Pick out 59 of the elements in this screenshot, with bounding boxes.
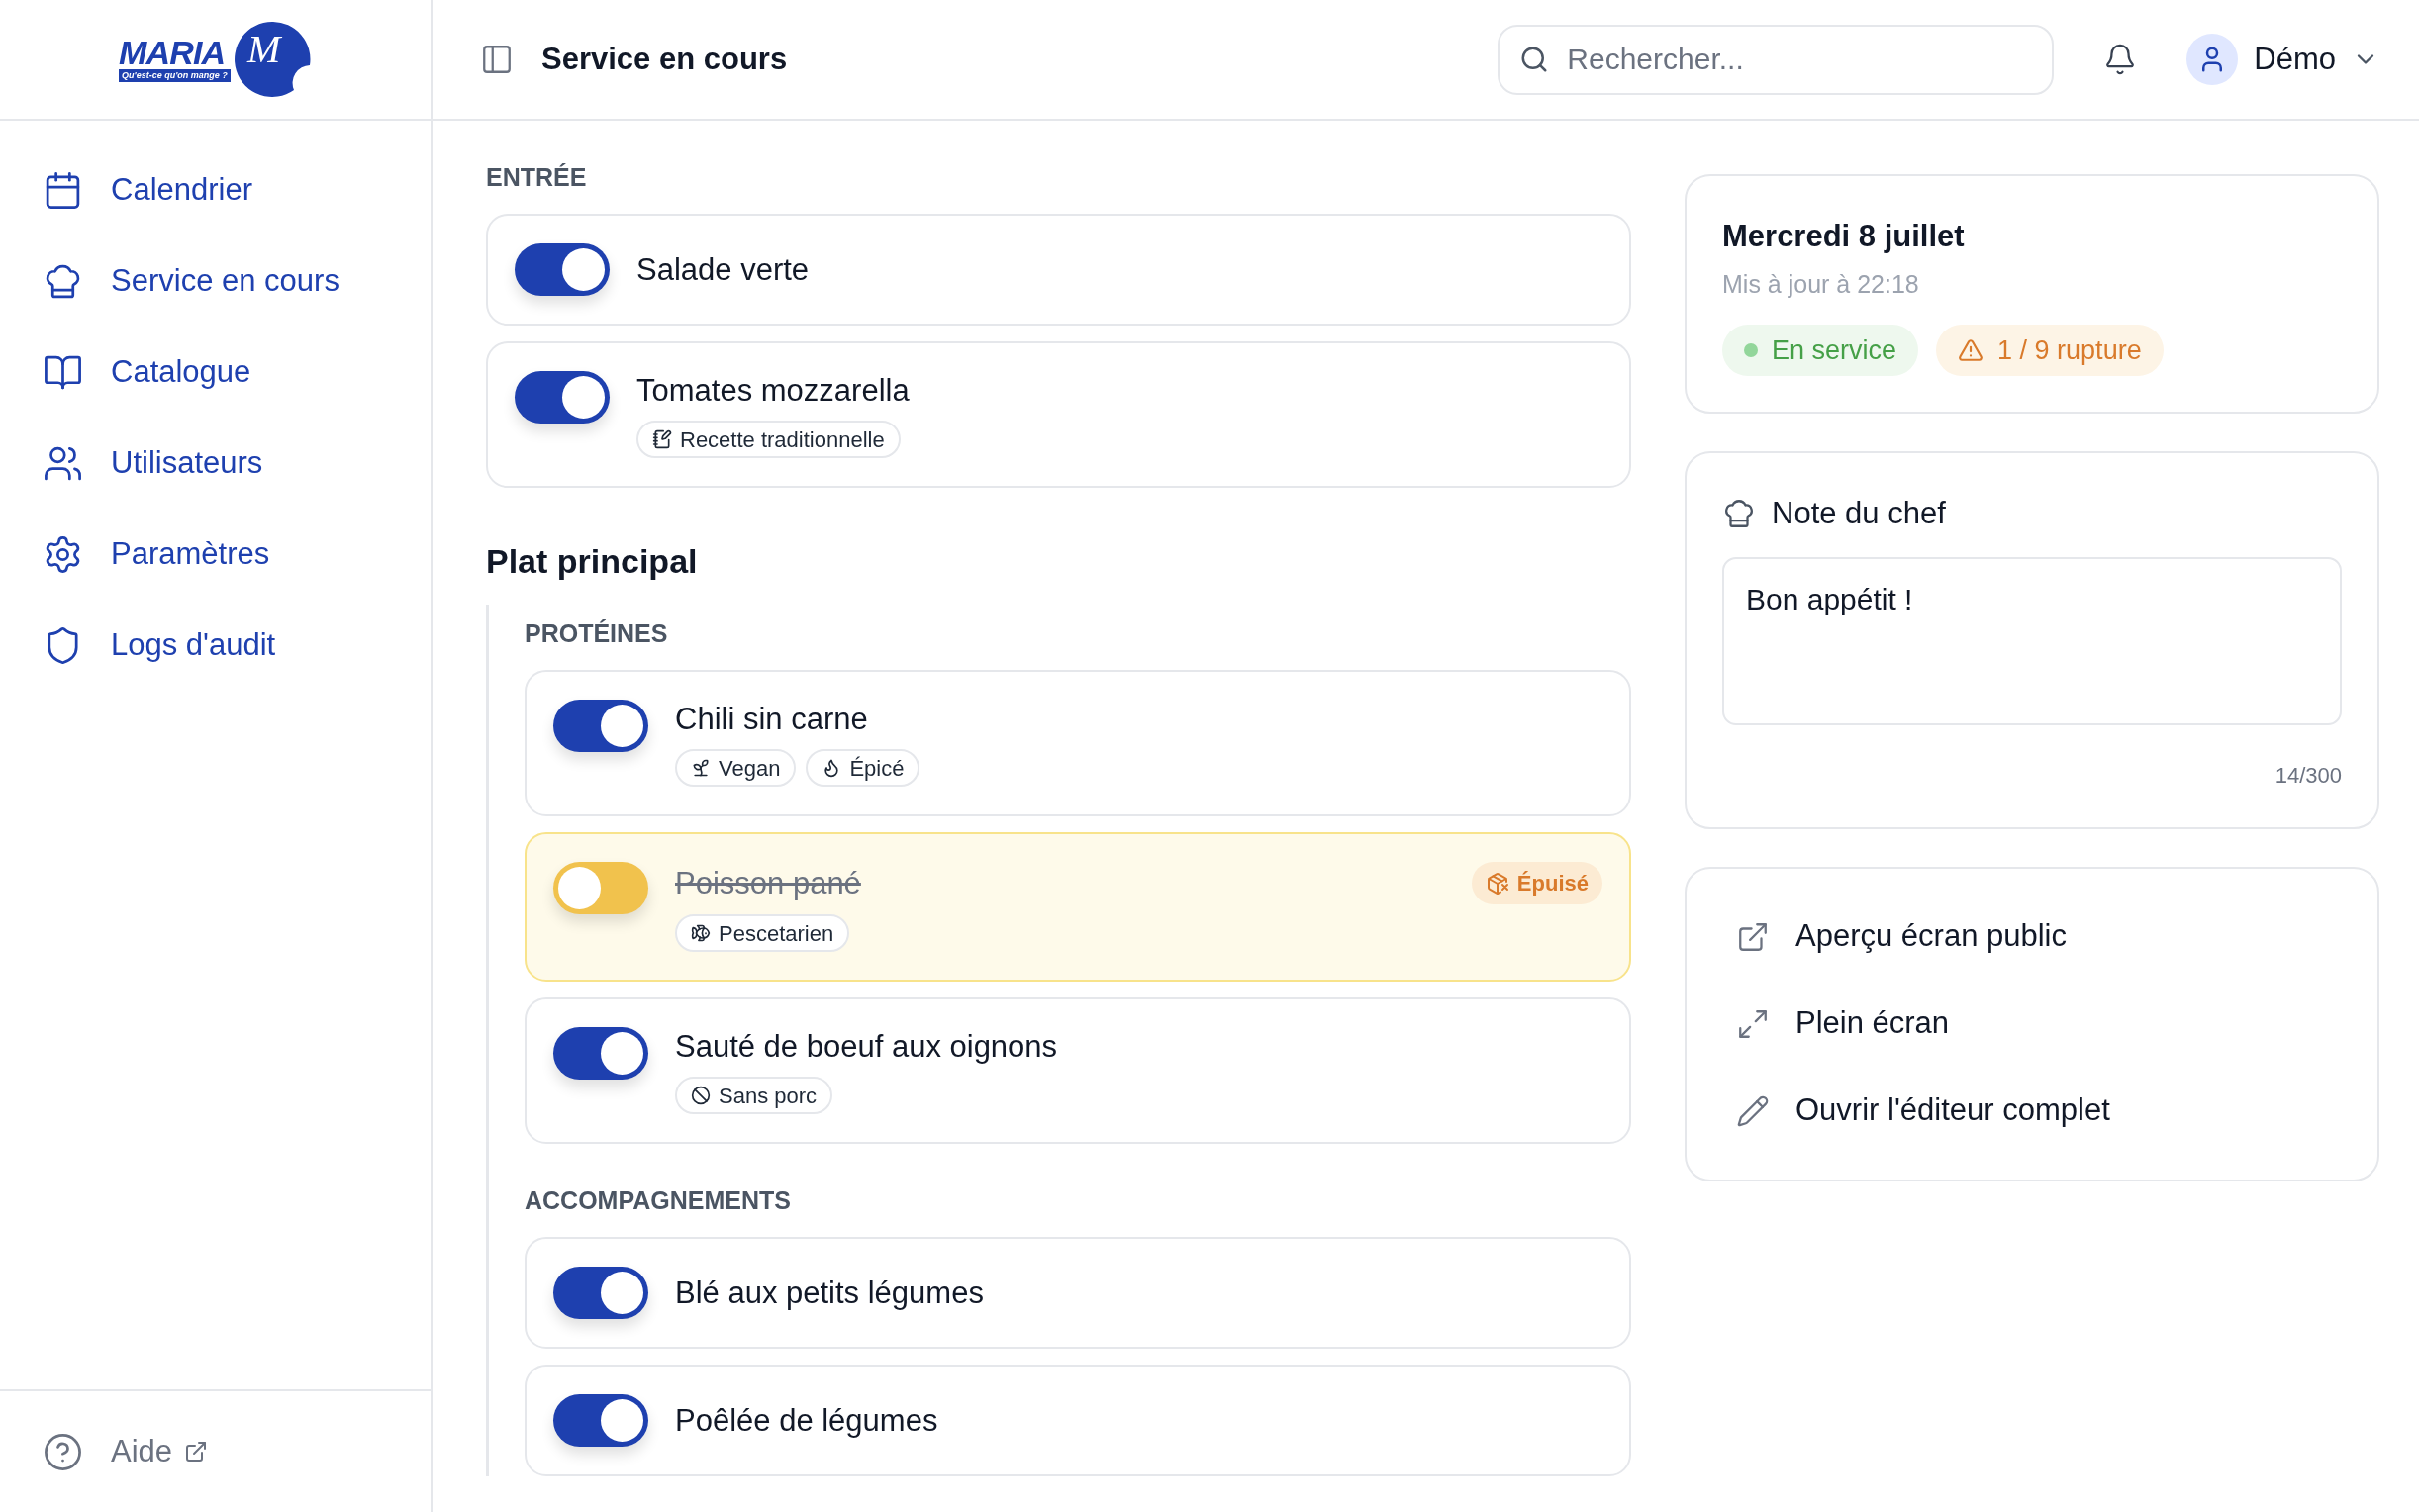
- sidebar-toggle-icon[interactable]: [480, 43, 514, 76]
- pencil-icon: [1736, 1093, 1770, 1128]
- logo-icon: [233, 22, 312, 97]
- service-date: Mercredi 8 juillet: [1722, 218, 1966, 255]
- action-link[interactable]: Plein écran: [1736, 983, 2328, 1065]
- nav-item[interactable]: Utilisateurs: [0, 418, 431, 509]
- note-field[interactable]: Bon appétit !: [1722, 556, 2342, 725]
- item-name: Sauté de boeuf aux oignons: [675, 1028, 1058, 1066]
- item-name: Tomates mozzarella: [636, 372, 910, 410]
- nav-item[interactable]: Paramètres: [0, 509, 431, 600]
- toggle-switch[interactable]: [553, 1267, 648, 1319]
- search-field[interactable]: Rechercher...: [1498, 24, 2055, 95]
- diet-tag: Sans porc: [675, 1077, 833, 1114]
- page-title: Service en cours: [541, 40, 788, 78]
- note-title: Note du chef: [1772, 495, 1946, 532]
- diet-tag: Pescetarien: [675, 914, 850, 952]
- warning-icon: [1958, 337, 1984, 363]
- user-name: Démo: [2254, 40, 2336, 78]
- help-icon: [43, 1431, 83, 1472]
- nav-item[interactable]: Calendrier: [0, 144, 431, 236]
- diet-tag: Recette traditionnelle: [636, 421, 901, 458]
- diet-tag: Vegan: [675, 749, 797, 787]
- logo-tagline: Qu'est-ce qu'on mange ?: [119, 69, 231, 82]
- toggle-switch[interactable]: [553, 700, 648, 752]
- item-name: Poisson pané: [675, 864, 861, 902]
- section-heading: Plat principal: [486, 541, 699, 582]
- section-label: ENTRÉE: [486, 162, 588, 192]
- character-count: 14/300: [2274, 761, 2342, 790]
- help-link[interactable]: Aide: [111, 1428, 209, 1475]
- update-time: Mis à jour à 22:18: [1722, 268, 1920, 300]
- fish-icon: [691, 923, 711, 943]
- package-icon: [1485, 871, 1509, 896]
- avatar[interactable]: [2186, 34, 2239, 85]
- stock-badge: 1 / 9 rupture: [1936, 325, 2164, 376]
- nav-item[interactable]: Logs d'audit: [0, 600, 431, 691]
- ban-icon: [691, 1086, 711, 1105]
- subsection-label: ACCOMPAGNEMENTS: [525, 1185, 792, 1215]
- item-name: Poêlée de légumes: [675, 1401, 938, 1440]
- toggle-switch[interactable]: [515, 371, 610, 424]
- logo-letter: M: [247, 30, 281, 69]
- action-link[interactable]: Ouvrir l'éditeur complet: [1736, 1070, 2328, 1152]
- toggle-switch[interactable]: [515, 243, 610, 296]
- notebook-icon: [652, 429, 672, 449]
- sold-out-badge: Épuisé: [1471, 862, 1602, 904]
- nav-item[interactable]: Catalogue: [0, 327, 431, 418]
- item-name: Salade verte: [636, 250, 810, 289]
- toggle-switch[interactable]: [553, 862, 648, 914]
- subsection-label: PROTÉINES: [525, 618, 669, 648]
- toggle-switch[interactable]: [553, 1027, 648, 1080]
- toggle-switch[interactable]: [553, 1394, 648, 1447]
- sprout-icon: [691, 758, 711, 778]
- external-link-icon: [184, 1440, 209, 1464]
- logo-wordmark: MARIA: [119, 36, 226, 69]
- item-name: Chili sin carne: [675, 701, 868, 738]
- diet-tag: Épicé: [806, 749, 920, 787]
- nav-item[interactable]: Service en cours: [0, 236, 431, 327]
- status-badge: En service: [1722, 325, 1919, 376]
- action-link[interactable]: Aperçu écran public: [1736, 896, 2328, 978]
- item-name: Blé aux petits légumes: [675, 1274, 984, 1312]
